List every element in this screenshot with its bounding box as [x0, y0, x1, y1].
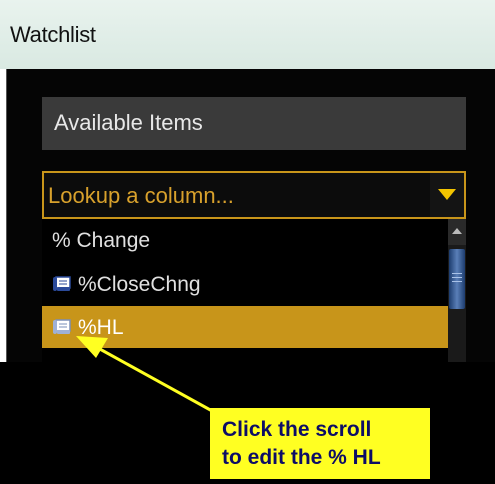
list-scrollbar[interactable]: [448, 219, 466, 362]
list-item-label: % Change: [52, 229, 151, 252]
chevron-up-icon: [452, 228, 462, 234]
scroll-icon[interactable]: [52, 275, 72, 293]
available-items-list[interactable]: % Change %CloseChng %HL: [42, 219, 466, 362]
list-item[interactable]: % Change: [42, 219, 448, 261]
annotation-callout: Click the scroll to edit the % HL: [210, 408, 430, 479]
list-item[interactable]: %CloseChng: [42, 263, 448, 305]
scrollbar-thumb[interactable]: [449, 249, 465, 309]
column-lookup-combobox[interactable]: [42, 171, 466, 219]
list-item-selected[interactable]: %HL: [42, 306, 448, 348]
callout-line-1: Click the scroll: [222, 418, 372, 441]
scroll-icon[interactable]: [52, 318, 72, 336]
chevron-down-icon: [438, 189, 456, 200]
list-item-partial[interactable]: [42, 350, 448, 362]
list-item-label: %CloseChng: [78, 273, 201, 296]
screenshot-frame: Watchlist Available Items % Change %Clos…: [0, 0, 495, 484]
dropdown-button[interactable]: [430, 173, 464, 217]
available-items-header[interactable]: Available Items: [42, 97, 466, 150]
available-items-label: Available Items: [54, 110, 203, 135]
list-item-label: %HL: [78, 316, 124, 339]
window-title: Watchlist: [10, 22, 96, 47]
window-titlebar: Watchlist: [0, 0, 495, 69]
scroll-up-button[interactable]: [448, 219, 466, 245]
column-lookup-input[interactable]: [48, 183, 428, 209]
callout-line-2: to edit the % HL: [222, 446, 381, 469]
